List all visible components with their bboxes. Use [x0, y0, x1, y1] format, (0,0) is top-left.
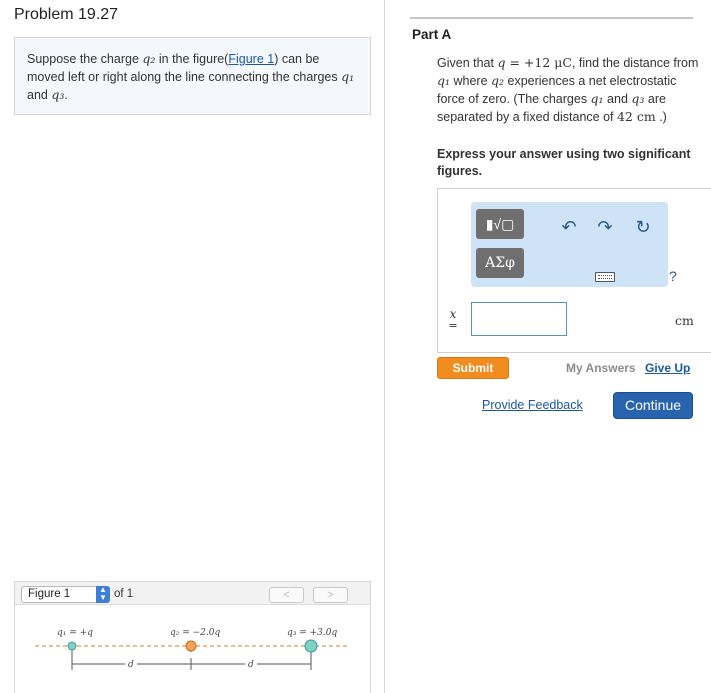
part-text: and — [603, 92, 632, 106]
chevron-left-icon: < — [283, 589, 290, 601]
provide-feedback-link[interactable]: Provide Feedback — [482, 398, 583, 412]
my-answers-link[interactable]: My Answers — [566, 361, 636, 375]
part-title: Part A — [412, 27, 452, 42]
part-text: .) — [655, 110, 667, 124]
select-arrows-icon: ▲ ▼ — [96, 586, 110, 603]
math-toolbar: ▮√▢ ΑΣφ ↶ ↷ ↻ ? — [471, 202, 677, 287]
question-text: Suppose the charge — [27, 52, 143, 66]
question-text: . — [64, 88, 68, 102]
problem-title: Problem 19.27 — [14, 6, 119, 23]
figure-count: of 1 — [114, 588, 134, 600]
figure-panel: Figure 1 ▲ ▼ of 1 < > q₁ = +q q₂ = −2.0q … — [14, 581, 371, 693]
answer-unit: cm — [675, 313, 694, 328]
templates-icon: ▮√▢ — [485, 216, 515, 232]
figure-select[interactable]: Figure 1 ▲ ▼ — [21, 586, 110, 603]
q3-symbol: q₃ — [631, 91, 645, 106]
figure-toolbar: Figure 1 ▲ ▼ of 1 < > — [15, 582, 370, 605]
part-text: where — [450, 74, 492, 88]
greek-letters-icon: ΑΣφ — [485, 255, 515, 271]
q1-symbol: q₁ — [437, 73, 451, 88]
previous-figure-button[interactable]: < — [269, 587, 304, 603]
next-figure-button[interactable]: > — [313, 587, 348, 603]
question-text: in the figure( — [155, 52, 229, 66]
keyboard-icon[interactable] — [595, 272, 615, 282]
problem-column: Problem 19.27 Suppose the charge q₂ in t… — [0, 0, 385, 693]
question-text: and — [27, 88, 52, 102]
q1-charge — [67, 641, 77, 651]
figure-link[interactable]: Figure 1 — [228, 52, 274, 66]
submit-button[interactable]: Submit — [437, 357, 509, 379]
q1-symbol: q₁ — [590, 91, 604, 106]
q3-charge — [304, 639, 318, 653]
charge-diagram: q₁ = +q q₂ = −2.0q q₃ = +3.0q d d — [35, 628, 350, 670]
part-divider — [410, 17, 693, 19]
part-text: , find the distance from — [571, 56, 699, 70]
answer-input[interactable] — [471, 302, 567, 336]
answer-equals: = — [448, 319, 458, 332]
q3-label: q₃ = +3.0q — [287, 628, 337, 638]
q2-symbol: q₂ — [142, 51, 156, 66]
greek-symbols-button[interactable]: ΑΣφ — [476, 248, 524, 278]
q2-charge — [185, 640, 197, 652]
redo-icon[interactable]: ↷ — [595, 218, 615, 236]
chevron-right-icon: > — [327, 589, 334, 601]
continue-button[interactable]: Continue — [613, 392, 693, 419]
distance-label: d — [128, 660, 134, 670]
answer-instructions: Express your answer using two significan… — [437, 147, 691, 178]
distance-label: d — [248, 660, 254, 670]
q1-symbol: q₁ — [341, 69, 355, 84]
distance-value: 42 cm — [616, 109, 656, 124]
templates-button[interactable]: ▮√▢ — [476, 209, 524, 239]
q-value: = +12 μC — [505, 55, 572, 70]
q2-label: q₂ = −2.0q — [170, 628, 220, 638]
part-text: Given that — [437, 56, 498, 70]
help-button[interactable]: ? — [669, 268, 677, 284]
part-question: Given that q = +12 μC, find the distance… — [437, 54, 699, 126]
q1-label: q₁ = +q — [57, 628, 93, 638]
undo-icon[interactable]: ↶ — [559, 218, 579, 236]
reset-icon[interactable]: ↻ — [633, 218, 653, 236]
figure-select-label: Figure 1 — [28, 588, 71, 600]
column-divider — [384, 0, 385, 693]
problem-question: Suppose the charge q₂ in the figure(Figu… — [14, 37, 371, 115]
give-up-link[interactable]: Give Up — [645, 361, 690, 375]
answer-panel: ▮√▢ ΑΣφ ↶ ↷ ↻ ? x = cm — [437, 188, 711, 353]
q2-symbol: q₂ — [491, 73, 505, 88]
q3-symbol: q₃ — [51, 87, 65, 102]
